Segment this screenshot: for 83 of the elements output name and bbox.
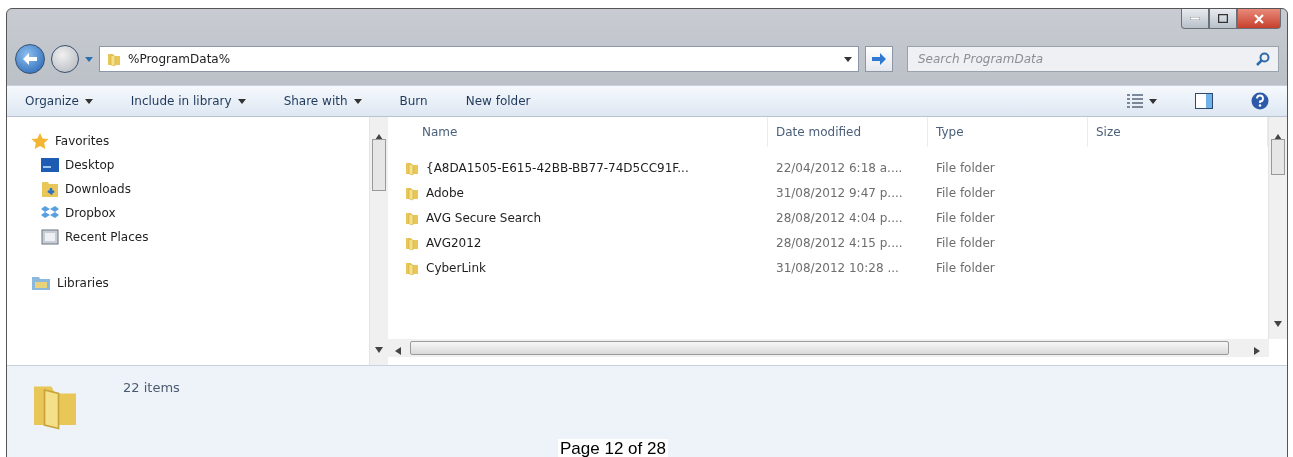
nav-item[interactable]: Dropbox	[7, 201, 369, 225]
minimize-icon	[1190, 17, 1200, 20]
folder-arrow-icon	[41, 181, 59, 197]
recent-places-icon	[41, 229, 59, 245]
file-row[interactable]: CyberLink 31/08/2012 10:28 ... File folder	[388, 255, 1268, 280]
file-name-cell: AVG Secure Search	[388, 209, 768, 226]
desktop-icon	[41, 158, 59, 172]
file-row[interactable]: AVG2012 28/08/2012 4:15 p.... File folder	[388, 230, 1268, 255]
page-footer: Page 12 of 28	[558, 439, 668, 457]
close-button[interactable]	[1237, 9, 1281, 29]
scrollbar[interactable]	[1268, 117, 1287, 339]
scroll-right-icon[interactable]	[1254, 346, 1260, 355]
box-icon	[41, 205, 59, 221]
nav-label: Libraries	[57, 276, 109, 290]
nav-label: Dropbox	[65, 206, 116, 220]
file-name-cell: CyberLink	[388, 259, 768, 276]
help-icon	[1251, 92, 1269, 110]
toolbar-button[interactable]: New folder	[461, 92, 535, 110]
column-header[interactable]: Date modified	[768, 117, 928, 147]
caret-icon	[353, 98, 362, 104]
file-name-cell: {A8DA1505-E615-42BB-BB77-74D5CC91F...	[388, 159, 768, 176]
nav-label: Downloads	[65, 182, 131, 196]
scroll-thumb[interactable]	[1271, 139, 1285, 175]
date-cell-text: 31/08/2012 10:28 ...	[775, 260, 900, 275]
back-arrow-icon	[23, 53, 37, 65]
scroll-left-icon[interactable]	[395, 346, 401, 355]
search-input[interactable]: Search ProgramData	[916, 51, 1256, 67]
search-icon	[1256, 52, 1270, 66]
date-cell-text: 22/04/2012 6:18 a....	[775, 160, 904, 175]
type-cell-text: File folder	[935, 235, 996, 250]
scroll-down-icon[interactable]	[375, 347, 383, 353]
nav-label: Desktop	[65, 158, 115, 172]
nav-item[interactable]: Downloads	[7, 177, 369, 201]
arrow-right-icon	[872, 53, 886, 65]
star-icon	[31, 133, 49, 149]
file-row[interactable]: Adobe 31/08/2012 9:47 p.... File folder	[388, 180, 1268, 205]
file-name-cell: AVG2012	[388, 234, 768, 251]
nav-label: Recent Places	[65, 230, 149, 244]
caret-icon	[85, 56, 93, 62]
nav-item[interactable]: Recent Places	[7, 225, 369, 249]
column-header[interactable]: Name	[388, 117, 768, 147]
item-count: 22 items	[123, 380, 180, 395]
file-row[interactable]: AVG Secure Search 28/08/2012 4:04 p.... File folder	[388, 205, 1268, 230]
horizontal-scrollbar[interactable]	[388, 339, 1269, 357]
nav-item[interactable]: Favorites	[7, 129, 369, 153]
type-cell-text: File folder	[935, 160, 996, 175]
scroll-thumb[interactable]	[372, 139, 386, 191]
list-icon	[1127, 94, 1143, 108]
scroll-down-icon[interactable]	[1274, 321, 1282, 327]
close-icon	[1254, 13, 1264, 24]
maximize-icon	[1218, 14, 1228, 23]
address-bar[interactable]: %ProgramData%	[99, 46, 859, 72]
type-cell-text: File folder	[935, 185, 996, 200]
minimize-button[interactable]	[1181, 9, 1209, 29]
column-header[interactable]: Type	[928, 117, 1088, 147]
date-cell-text: 28/08/2012 4:04 p....	[775, 210, 904, 225]
file-row[interactable]: {A8DA1505-E615-42BB-BB77-74D5CC91F... 22/04/2012 6:18 a.... File folder	[388, 155, 1268, 180]
type-cell-text: File folder	[935, 260, 996, 275]
caret-icon	[84, 98, 93, 104]
back-button[interactable]	[15, 44, 45, 74]
forward-button[interactable]	[51, 45, 79, 73]
file-name-cell: Adobe	[388, 184, 768, 201]
libraries-icon	[31, 275, 51, 291]
maximize-button[interactable]	[1209, 9, 1237, 29]
go-button[interactable]	[865, 46, 893, 72]
toolbar-button[interactable]: Include in library	[126, 92, 250, 110]
search-field[interactable]: Search ProgramData	[907, 46, 1279, 72]
folder-icon	[106, 51, 122, 67]
toolbar-button[interactable]: Burn	[395, 92, 432, 110]
nav-item[interactable]: Libraries	[7, 271, 369, 295]
date-cell-text: 31/08/2012 9:47 p....	[775, 185, 904, 200]
scrollbar[interactable]	[369, 117, 388, 365]
date-cell-text: 28/08/2012 4:15 p....	[775, 235, 904, 250]
toolbar-button[interactable]: Organize	[21, 92, 97, 110]
caret-icon	[237, 98, 246, 104]
caret-icon	[1149, 98, 1157, 104]
caret-icon	[844, 56, 852, 62]
address-path: %ProgramData%	[128, 52, 232, 66]
type-cell-text: File folder	[935, 210, 996, 225]
toolbar-button[interactable]: Share with	[279, 92, 366, 110]
pane-icon	[1195, 93, 1213, 109]
nav-label: Favorites	[55, 134, 110, 148]
nav-item[interactable]: Desktop	[7, 153, 369, 177]
